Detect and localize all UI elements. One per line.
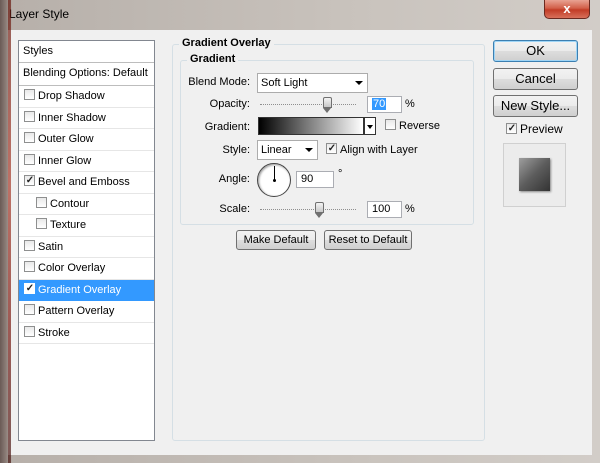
style-item-contour[interactable]: Contour xyxy=(19,194,154,215)
style-item-checkbox[interactable] xyxy=(24,132,35,143)
style-item-label: Inner Shadow xyxy=(38,111,106,124)
scale-value: 100 xyxy=(372,203,391,215)
scale-label: Scale: xyxy=(219,203,250,215)
blend-mode-value: Soft Light xyxy=(261,77,308,89)
style-item-checkbox[interactable] xyxy=(24,153,35,165)
style-item-color-overlay[interactable]: Color Overlay xyxy=(19,258,154,280)
styles-list: Styles Blending Options: Default Drop Sh… xyxy=(18,40,155,441)
title-bar[interactable]: Layer Style x xyxy=(0,0,600,28)
chevron-down-icon xyxy=(305,148,313,152)
style-item-checkbox[interactable] xyxy=(36,218,47,229)
style-item-drop-shadow[interactable]: Drop Shadow xyxy=(19,86,154,108)
style-item-label: Contour xyxy=(50,197,90,210)
angle-label: Angle: xyxy=(218,173,250,185)
style-item-texture[interactable]: Texture xyxy=(19,215,154,237)
style-item-label: Gradient Overlay xyxy=(38,283,122,296)
opacity-unit: % xyxy=(405,98,415,110)
close-icon: x xyxy=(563,1,571,16)
reverse-label: Reverse xyxy=(399,120,440,132)
preview-checkbox[interactable]: Preview xyxy=(506,122,563,136)
subgroup-title: Gradient xyxy=(187,53,239,65)
align-with-layer-checkbox[interactable]: Align with Layer xyxy=(326,143,418,156)
blend-mode-label: Blend Mode: xyxy=(188,76,250,88)
chevron-down-icon xyxy=(355,81,363,85)
opacity-slider[interactable] xyxy=(260,104,356,105)
style-item-label: Stroke xyxy=(38,326,70,339)
effects-list: Drop Shadow Inner Shadow Outer Glow Inner G… xyxy=(19,86,154,344)
reverse-checkbox[interactable]: Reverse xyxy=(385,119,440,132)
style-item-checkbox[interactable] xyxy=(24,239,35,251)
style-value: Linear xyxy=(261,144,292,156)
style-item-label: Outer Glow xyxy=(38,133,94,145)
layer-style-dialog: Layer Style x Styles Blending Options: D… xyxy=(0,0,600,463)
angle-dial[interactable] xyxy=(257,163,291,197)
window-title: Layer Style xyxy=(9,7,70,21)
style-item-label: Color Overlay xyxy=(38,262,106,274)
gradient-label: Gradient: xyxy=(204,121,250,133)
style-item-label: Pattern Overlay xyxy=(38,305,115,317)
style-item-pattern-overlay[interactable]: Pattern Overlay xyxy=(19,301,154,323)
style-item-checkbox[interactable] xyxy=(24,304,35,315)
style-item-label: Texture xyxy=(50,219,87,231)
opacity-label: Opacity: xyxy=(209,98,250,110)
new-style-button[interactable]: New Style... xyxy=(493,95,578,117)
style-item-checkbox[interactable] xyxy=(24,89,35,100)
blend-mode-select[interactable]: Soft Light xyxy=(257,73,368,93)
style-item-gradient-overlay[interactable]: Gradient Overlay xyxy=(19,279,154,301)
cancel-button[interactable]: Cancel xyxy=(493,68,578,90)
scale-slider-thumb[interactable] xyxy=(315,202,324,218)
opacity-value: 70 xyxy=(372,98,387,110)
styles-header[interactable]: Styles xyxy=(19,41,154,63)
angle-center xyxy=(273,179,276,182)
group-title: Gradient Overlay xyxy=(179,37,274,49)
preview-thumbnail xyxy=(503,143,566,207)
scale-slider[interactable] xyxy=(260,209,356,210)
preview-swatch xyxy=(519,158,550,191)
align-label: Align with Layer xyxy=(340,144,418,156)
style-item-checkbox[interactable] xyxy=(24,175,35,186)
make-default-button[interactable]: Make Default xyxy=(236,230,316,250)
style-item-label: Inner Glow xyxy=(38,154,92,167)
ok-button[interactable]: OK xyxy=(493,40,578,62)
style-item-checkbox[interactable] xyxy=(36,196,47,208)
align-check[interactable] xyxy=(326,143,337,154)
opacity-input[interactable]: 70 xyxy=(367,96,402,113)
angle-value: 90 xyxy=(301,173,314,185)
reverse-check[interactable] xyxy=(385,119,396,130)
close-button[interactable]: x xyxy=(544,0,590,19)
style-item-label: Satin xyxy=(38,240,64,253)
opacity-slider-thumb[interactable] xyxy=(323,97,332,113)
blending-options-item[interactable]: Blending Options: Default xyxy=(19,63,154,86)
style-label: Style: xyxy=(222,144,250,156)
gradient-dropdown-button[interactable] xyxy=(364,117,376,135)
style-item-outer-glow[interactable]: Outer Glow xyxy=(19,129,154,151)
style-item-bevel-and-emboss[interactable]: Bevel and Emboss xyxy=(19,172,154,194)
scale-unit: % xyxy=(405,203,415,215)
style-item-satin[interactable]: Satin xyxy=(19,237,154,258)
style-item-inner-shadow[interactable]: Inner Shadow xyxy=(19,108,154,129)
style-item-stroke[interactable]: Stroke xyxy=(19,323,154,344)
style-select[interactable]: Linear xyxy=(257,140,318,160)
angle-input[interactable]: 90 xyxy=(296,171,334,188)
style-item-checkbox[interactable] xyxy=(24,325,35,337)
angle-unit: ° xyxy=(338,168,343,180)
reset-to-default-button[interactable]: Reset to Default xyxy=(324,230,412,250)
scale-input[interactable]: 100 xyxy=(367,201,402,218)
dialog-client-area: Styles Blending Options: Default Drop Sh… xyxy=(8,30,592,455)
style-item-checkbox[interactable] xyxy=(24,282,35,294)
preview-label: Preview xyxy=(520,122,563,136)
preview-check[interactable] xyxy=(506,123,517,134)
style-item-label: Drop Shadow xyxy=(38,90,105,102)
style-item-checkbox[interactable] xyxy=(24,110,35,122)
style-item-label: Bevel and Emboss xyxy=(38,176,130,188)
gradient-picker[interactable] xyxy=(258,117,364,135)
style-item-inner-glow[interactable]: Inner Glow xyxy=(19,151,154,172)
style-item-checkbox[interactable] xyxy=(24,261,35,272)
